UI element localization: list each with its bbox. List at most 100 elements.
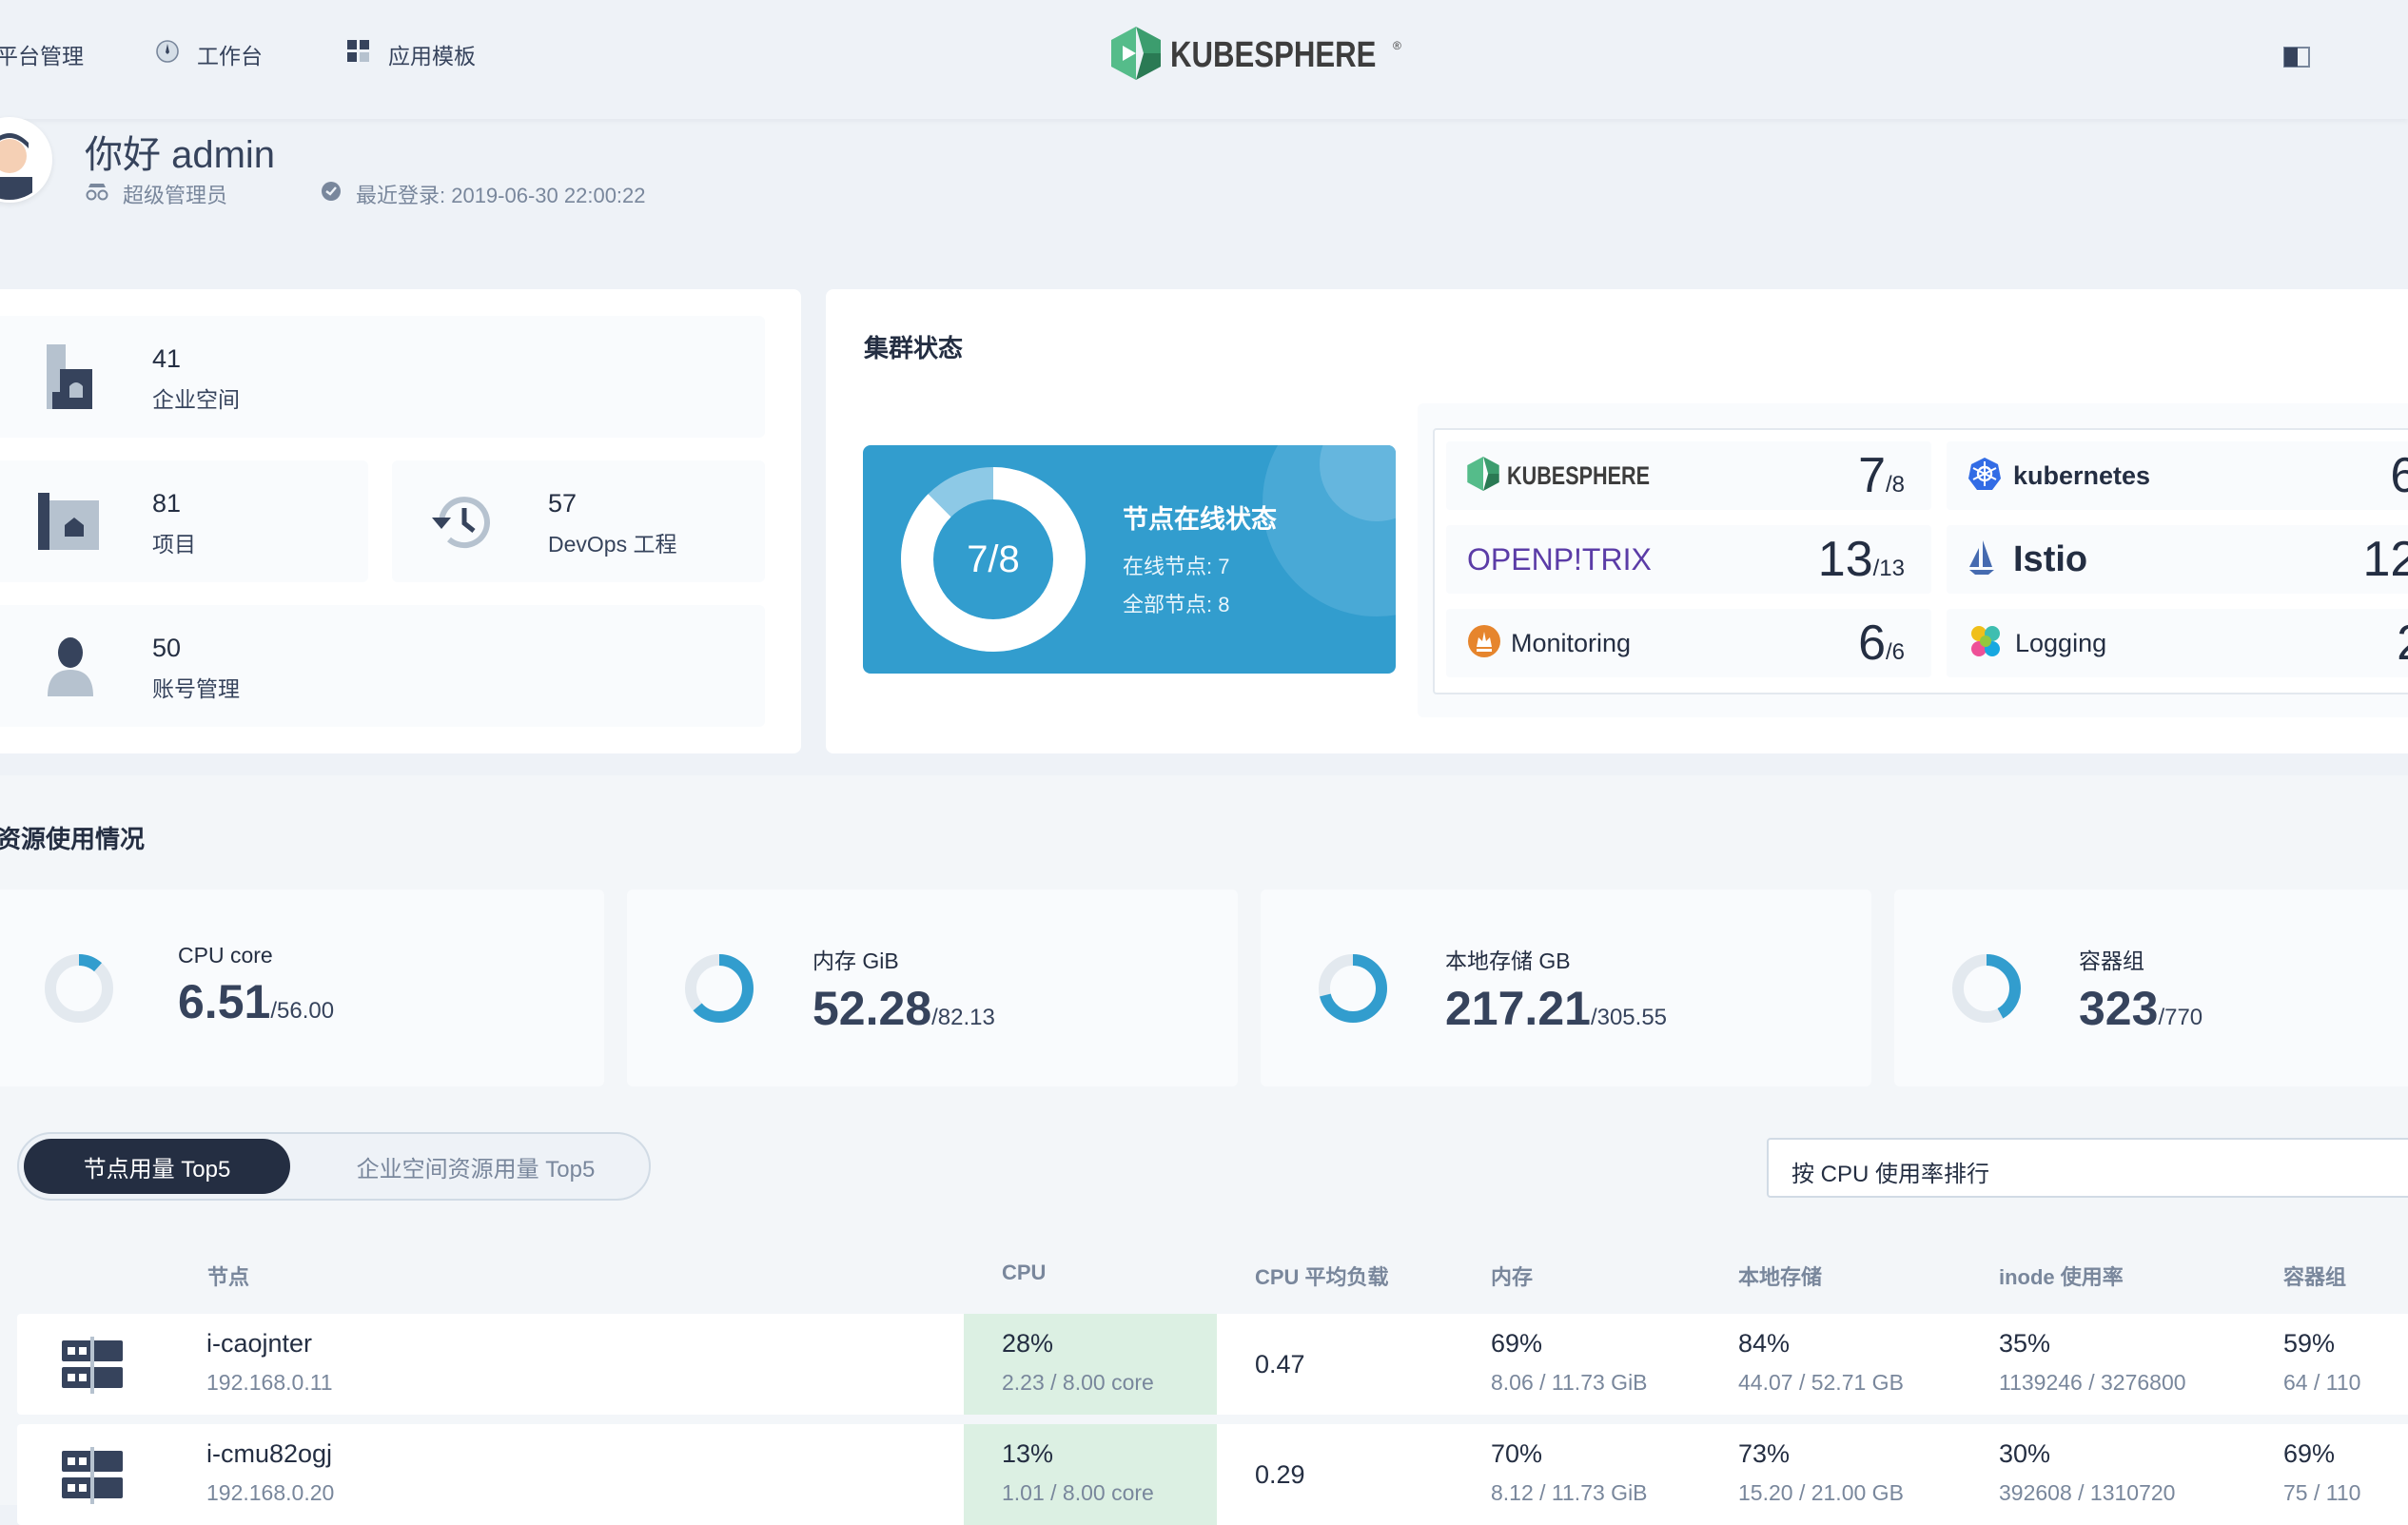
- stat-devops[interactable]: 57 DevOps 工程: [392, 460, 765, 582]
- stat-workspaces[interactable]: 41 企业空间: [0, 316, 765, 438]
- nav-item-workbench[interactable]: 工作台: [155, 38, 263, 70]
- last-login: 最近登录: 2019-06-30 22:00:22: [320, 179, 646, 209]
- workbench-icon: [155, 39, 180, 69]
- node-ip: 192.168.0.20: [206, 1480, 335, 1505]
- nav-item-app-templates[interactable]: 应用模板: [346, 38, 476, 70]
- workspace-icon: [43, 344, 96, 414]
- component-name: KUBESPHERE: [1507, 460, 1651, 490]
- logo-text: KUBESPHERE: [1170, 35, 1377, 75]
- resource-total: /82.13: [931, 1005, 995, 1030]
- component-name: Istio: [2013, 538, 2088, 579]
- cpu-load: 0.47: [1255, 1350, 1305, 1378]
- component-count: 6: [2390, 448, 2408, 503]
- resource-ring-chart: [45, 954, 113, 1023]
- column-header-inode[interactable]: inode 使用率: [1999, 1261, 2124, 1291]
- resource-pods[interactable]: 容器组 323/770: [1894, 890, 2408, 1086]
- component-total: /13: [1872, 556, 1905, 581]
- sort-select[interactable]: 按 CPU 使用率排行: [1767, 1138, 2408, 1198]
- nav-item-platform[interactable]: 平台管理: [0, 38, 84, 70]
- kubesphere-logo[interactable]: KUBESPHERE ®: [1111, 27, 1401, 85]
- resource-value: 6.51: [178, 975, 271, 1028]
- table-row[interactable]: i-caojnter 192.168.0.11 28% 2.23 / 8.00 …: [17, 1314, 2408, 1415]
- stat-value: 57: [548, 489, 578, 518]
- kubernetes-icon: [1968, 457, 2002, 496]
- node-name[interactable]: i-caojnter: [206, 1329, 333, 1359]
- column-header-storage[interactable]: 本地存储: [1738, 1261, 1822, 1291]
- resource-value: 217.21: [1445, 982, 1591, 1035]
- resource-memory[interactable]: 内存 GiB 52.28/82.13: [627, 890, 1238, 1086]
- cpu-percent: 28%: [1002, 1329, 1054, 1358]
- table-row[interactable]: i-cmu82ogj 192.168.0.20 13% 1.01 / 8.00 …: [17, 1424, 2408, 1525]
- column-header-cpu[interactable]: CPU: [1002, 1261, 1046, 1285]
- component-count: 6: [1858, 616, 1886, 671]
- stat-value: 50: [152, 634, 182, 662]
- stat-label: DevOps 工程: [548, 532, 677, 557]
- inode-detail: 392608 / 1310720: [1999, 1480, 2176, 1505]
- node-ratio: 7/8: [967, 538, 1020, 580]
- component-monitoring[interactable]: Monitoring 6/6: [1446, 609, 1931, 677]
- memory-detail: 8.12 / 11.73 GiB: [1491, 1480, 1648, 1505]
- node-icon: [62, 1337, 123, 1398]
- column-header-cpu-load[interactable]: CPU 平均负载: [1255, 1261, 1389, 1291]
- cluster-status-card: 集群状态 7/8 节点在线状态 在线节点: 7 全部节点: 8 KUBESPHE…: [826, 289, 2408, 753]
- stat-projects[interactable]: 81 项目: [0, 460, 368, 582]
- clock-icon: [320, 180, 343, 208]
- istio-icon: [1968, 539, 1996, 579]
- component-kubernetes[interactable]: kubernetes 6/: [1947, 441, 2408, 510]
- resource-storage[interactable]: 本地存储 GB 217.21/305.55: [1261, 890, 1871, 1086]
- user-role-label: 超级管理员: [123, 184, 228, 207]
- resource-ring-chart: [685, 954, 754, 1023]
- resource-ring-chart: [1319, 954, 1387, 1023]
- memory-detail: 8.06 / 11.73 GiB: [1491, 1370, 1648, 1395]
- storage-percent: 84%: [1738, 1329, 1791, 1358]
- node-icon: [62, 1447, 123, 1509]
- last-login-label: 最近登录: 2019-06-30 22:00:22: [356, 184, 646, 207]
- cpu-load: 0.29: [1255, 1460, 1305, 1489]
- pods-detail: 75 / 110: [2283, 1480, 2361, 1505]
- component-name: Monitoring: [1511, 628, 1632, 657]
- node-online-status[interactable]: 7/8 节点在线状态 在线节点: 7 全部节点: 8: [863, 445, 1396, 674]
- cpu-detail: 1.01 / 8.00 core: [1002, 1480, 1154, 1505]
- total-nodes: 全部节点: 8: [1123, 593, 1230, 616]
- avatar[interactable]: [0, 117, 52, 203]
- resource-label: CPU core: [178, 943, 273, 968]
- top-navigation-bar: 平台管理 工作台 应用模板 KUBESPHERE ®: [0, 0, 2408, 119]
- tab-node-usage[interactable]: 节点用量 Top5: [24, 1139, 290, 1194]
- component-total: /8: [1885, 472, 1905, 498]
- resource-value: 323: [2079, 982, 2159, 1035]
- stat-accounts[interactable]: 50 账号管理: [0, 605, 765, 727]
- component-openpitrix[interactable]: OPENP!TRIX 13/13: [1446, 525, 1931, 594]
- component-kubesphere[interactable]: KUBESPHERE 7/8: [1446, 441, 1931, 510]
- registered-mark: ®: [1392, 38, 1401, 52]
- prometheus-icon: [1467, 624, 1501, 663]
- layout-toggle-icon[interactable]: [2283, 47, 2312, 72]
- resource-label: 本地存储 GB: [1445, 948, 1571, 973]
- stat-label: 企业空间: [152, 387, 240, 412]
- project-icon: [38, 493, 99, 555]
- component-istio[interactable]: Istio 12/: [1947, 525, 2408, 594]
- node-name[interactable]: i-cmu82ogj: [206, 1439, 334, 1469]
- cluster-status-title: 集群状态: [864, 334, 964, 362]
- nav-item-label: 平台管理: [0, 44, 84, 68]
- resource-cpu[interactable]: CPU core 6.51/56.00: [0, 890, 604, 1086]
- column-header-memory[interactable]: 内存: [1491, 1261, 1533, 1291]
- cpu-percent: 13%: [1002, 1439, 1054, 1468]
- column-header-node[interactable]: 节点: [207, 1261, 249, 1291]
- pods-percent: 69%: [2283, 1439, 2336, 1468]
- stat-label: 账号管理: [152, 676, 240, 701]
- tab-workspace-usage[interactable]: 企业空间资源用量 Top5: [304, 1139, 647, 1194]
- pods-detail: 64 / 110: [2283, 1370, 2361, 1395]
- node-status-title: 节点在线状态: [1123, 505, 1277, 534]
- user-role-icon: [85, 182, 109, 206]
- stat-label: 项目: [152, 532, 196, 557]
- inode-percent: 35%: [1999, 1329, 2051, 1358]
- resource-ring-chart: [1952, 954, 2021, 1023]
- component-count: 2: [2397, 616, 2408, 671]
- app-templates-icon: [346, 39, 371, 69]
- column-header-pods[interactable]: 容器组: [2283, 1261, 2346, 1291]
- storage-percent: 73%: [1738, 1439, 1791, 1468]
- resource-usage-title: 资源使用情况: [0, 825, 146, 853]
- component-count: 7: [1858, 448, 1886, 503]
- stat-value: 41: [152, 344, 182, 373]
- component-logging[interactable]: Logging 2: [1947, 609, 2408, 677]
